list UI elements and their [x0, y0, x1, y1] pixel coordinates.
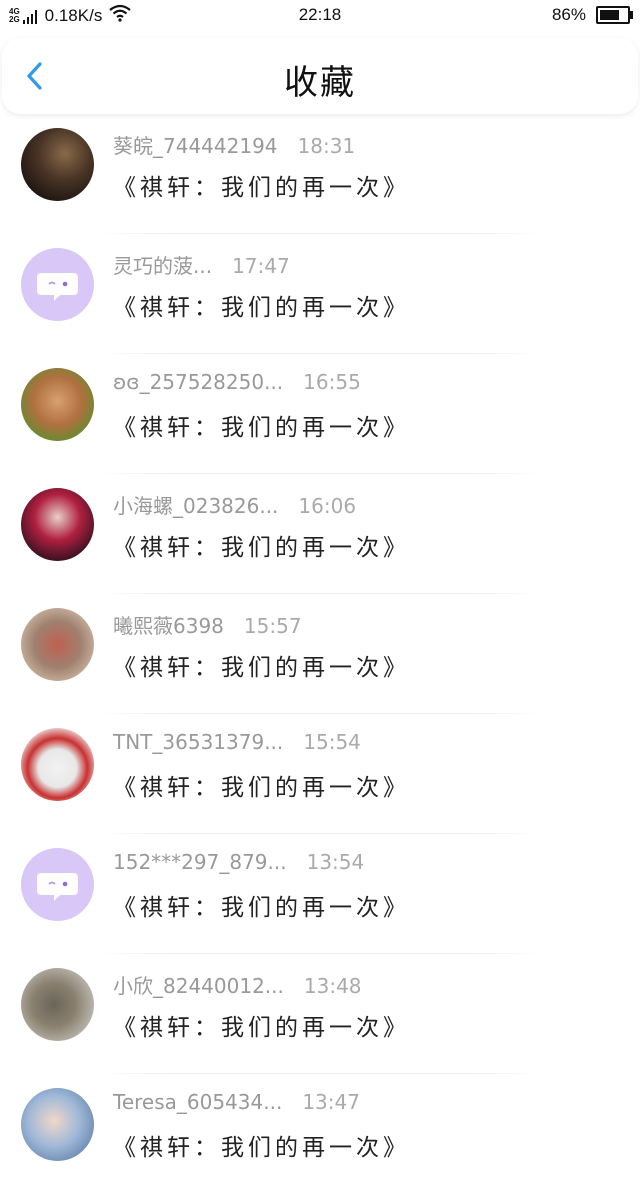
book-title[interactable]: 《祺轩：我们的再一次》 [113, 288, 410, 322]
book-title[interactable]: 《祺轩：我们的再一次》 [113, 168, 410, 202]
status-bar: 4G 2G 0.18K/s 22:18 86% [0, 0, 640, 30]
timestamp: 18:31 [297, 134, 356, 158]
avatar[interactable] [21, 728, 94, 801]
book-title[interactable]: 《祺轩：我们的再一次》 [113, 888, 410, 922]
timestamp: 16:55 [303, 370, 361, 394]
avatar[interactable] [21, 608, 94, 681]
favorites-list: 葵皖_744442194 18:31 《祺轩：我们的再一次》 灵巧的菠... 17:… [0, 114, 640, 1194]
timestamp: 13:47 [302, 1090, 360, 1114]
default-chat-icon [37, 273, 78, 301]
user-name[interactable]: 曦熙薇6398 [113, 610, 224, 639]
clock: 22:18 [298, 5, 342, 24]
avatar[interactable] [21, 488, 94, 561]
battery-icon [596, 6, 633, 24]
avatar[interactable] [21, 128, 94, 201]
user-name[interactable]: TNT_36531379... [113, 730, 283, 754]
timestamp: 17:47 [232, 254, 290, 278]
list-item[interactable]: 葵皖_744442194 18:31 《祺轩：我们的再一次》 [0, 114, 640, 234]
list-item[interactable]: 小欣_82440012... 13:48 《祺轩：我们的再一次》 [0, 954, 640, 1074]
list-item[interactable]: 小海螺_023826... 16:06 《祺轩：我们的再一次》 [0, 474, 640, 594]
user-name[interactable]: 葵皖_744442194 [113, 130, 278, 159]
avatar[interactable] [21, 248, 94, 321]
timestamp: 15:54 [303, 730, 361, 754]
avatar[interactable] [21, 968, 94, 1041]
page-title: 收藏 [284, 63, 356, 103]
timestamp: 15:57 [243, 614, 302, 638]
user-name[interactable]: 小海螺_023826... [113, 490, 278, 519]
list-item[interactable]: 曦熙薇6398 15:57 《祺轩：我们的再一次》 [0, 594, 640, 714]
list-item[interactable]: ʚɞ_257528250... 16:55 《祺轩：我们的再一次》 [0, 354, 640, 474]
timestamp: 13:54 [306, 850, 365, 874]
default-chat-icon [37, 873, 78, 901]
book-title[interactable]: 《祺轩：我们的再一次》 [113, 528, 410, 562]
user-name[interactable]: 灵巧的菠... [113, 250, 212, 279]
book-title[interactable]: 《祺轩：我们的再一次》 [113, 1128, 410, 1162]
avatar[interactable] [21, 1088, 94, 1161]
book-title[interactable]: 《祺轩：我们的再一次》 [113, 768, 410, 802]
user-name[interactable]: Teresa_605434... [113, 1090, 282, 1114]
nav-header: 收藏 [2, 38, 638, 114]
list-item[interactable]: TNT_36531379... 15:54 《祺轩：我们的再一次》 [0, 714, 640, 834]
list-item[interactable]: 152***297_879... 13:54 《祺轩：我们的再一次》 [0, 834, 640, 954]
avatar[interactable] [21, 848, 94, 921]
timestamp: 13:48 [303, 974, 362, 998]
user-name[interactable]: ʚɞ_257528250... [113, 370, 283, 394]
user-name[interactable]: 152***297_879... [113, 850, 287, 874]
book-title[interactable]: 《祺轩：我们的再一次》 [113, 1008, 410, 1042]
list-item[interactable]: 灵巧的菠... 17:47 《祺轩：我们的再一次》 [0, 234, 640, 354]
book-title[interactable]: 《祺轩：我们的再一次》 [113, 408, 410, 442]
avatar[interactable] [21, 368, 94, 441]
timestamp: 16:06 [298, 494, 357, 518]
user-name[interactable]: 小欣_82440012... [113, 970, 284, 999]
list-item[interactable]: Teresa_605434... 13:47 《祺轩：我们的再一次》 [0, 1074, 640, 1194]
battery-percent: 86% [551, 5, 586, 24]
book-title[interactable]: 《祺轩：我们的再一次》 [113, 648, 410, 682]
